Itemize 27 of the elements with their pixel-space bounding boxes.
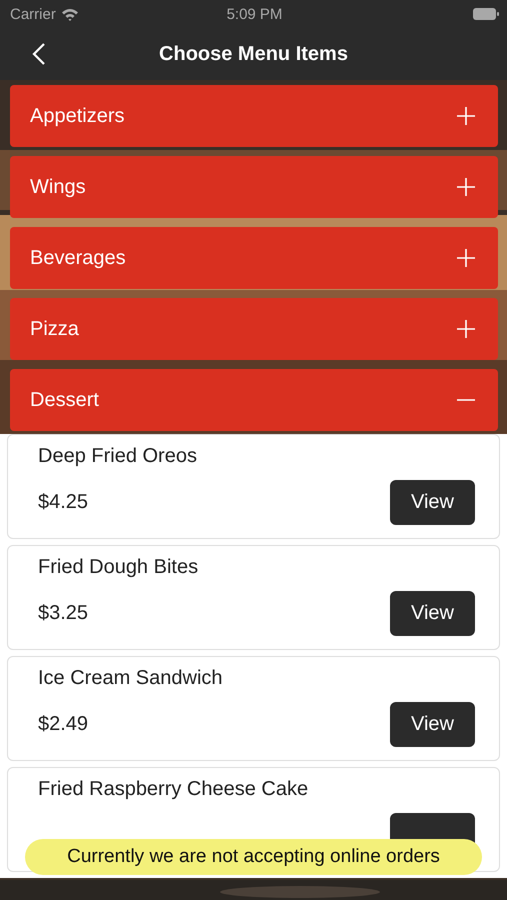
battery-icon — [473, 8, 499, 20]
plus-icon — [456, 177, 476, 197]
item-price: $3.25 — [38, 602, 88, 625]
view-button[interactable]: View — [390, 480, 475, 525]
carrier-label: Carrier — [10, 6, 56, 22]
item-price: $2.49 — [38, 713, 88, 736]
plus-icon — [456, 106, 476, 126]
view-button[interactable]: View — [390, 702, 475, 747]
plus-icon — [456, 319, 476, 339]
back-icon[interactable] — [32, 42, 46, 66]
status-time: 5:09 PM — [226, 6, 282, 22]
notice-toast: Currently we are not accepting online orders — [25, 839, 482, 875]
minus-icon — [456, 399, 476, 401]
category-header[interactable]: Pizza — [10, 298, 498, 360]
category-header[interactable]: Beverages — [10, 227, 498, 289]
view-button[interactable]: View — [390, 591, 475, 636]
plus-icon — [456, 248, 476, 268]
screen-title: Choose Menu Items — [159, 42, 348, 66]
wifi-icon — [60, 8, 79, 20]
item-name: Fried Dough Bites — [38, 556, 198, 579]
item-name: Deep Fried Oreos — [38, 445, 197, 468]
category-header[interactable]: Appetizers — [10, 85, 498, 147]
item-name: Ice Cream Sandwich — [38, 667, 223, 690]
item-price: $4.25 — [38, 491, 88, 514]
category-header[interactable]: Dessert — [10, 369, 498, 431]
item-name: Fried Raspberry Cheese Cake — [38, 778, 308, 801]
category-header[interactable]: Wings — [10, 156, 498, 218]
